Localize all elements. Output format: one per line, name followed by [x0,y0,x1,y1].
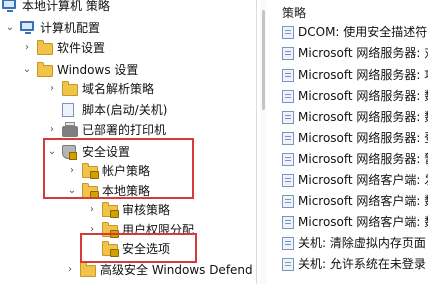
policy-row[interactable]: DCOM: 使用安全描述符 [282,21,427,43]
policy-row[interactable]: Microsoft 网络服务器: 对 [282,42,428,64]
tree-item-label: 已部署的打印机 [82,123,167,137]
tree-item-label: 审核策略 [122,203,171,217]
chevron-right-icon[interactable]: › [86,219,98,241]
chevron-right-icon[interactable]: › [64,259,76,281]
policy-name: Microsoft 网络服务器: 数 [298,110,428,124]
printer-icon [62,122,78,137]
policy-icon [282,25,294,39]
chevron-right-icon[interactable]: › [46,78,58,100]
policy-name: 关机: 允许系统在未登录 [298,257,426,271]
policy-row[interactable]: Microsoft 网络服务器: 登 [282,127,428,149]
policy-row[interactable]: Microsoft 网络服务器: 攻 [282,64,428,86]
policy-icon [282,215,294,229]
pane-divider[interactable] [256,0,257,284]
policy-icon [282,46,294,60]
policy-icon [282,194,294,208]
tree-item-label: 高级安全 Windows Defend [100,263,253,277]
tree-item-printers[interactable]: › 已部署的打印机 [46,119,166,141]
tree-item-security-options[interactable]: 安全选项 [102,238,170,260]
tree-item-computer-config[interactable]: ⌄ 计算机配置 [4,17,100,39]
policy-list-pane: 策略 DCOM: 使用安全描述符 Microsoft 网络服务器: 对 Micr… [270,0,428,284]
policy-row[interactable]: 关机: 清除虚拟内存页面 [282,232,426,254]
policy-name: Microsoft 网络服务器: 登 [298,131,428,145]
tree-item-label: 域名解析策略 [82,82,155,96]
policy-icon [282,68,294,82]
navigation-tree: 本地计算机 策略 ⌄ 计算机配置 › 软件设置 ⌄ Windows 设置 › 域… [0,0,256,284]
folder-icon [37,40,53,55]
policy-icon [282,89,294,103]
chevron-right-icon[interactable]: › [21,37,33,59]
policy-name: Microsoft 网络客户端: 数 [298,194,428,208]
tree-item-label: 安全选项 [122,242,171,256]
chevron-down-icon[interactable]: ⌄ [4,17,16,39]
chevron-right-icon[interactable]: › [66,160,78,182]
computer-policy-icon [2,0,18,13]
policy-name: Microsoft 网络服务器: 暂 [298,152,428,166]
policy-icon [282,110,294,124]
tree-item-label: 软件设置 [57,41,106,55]
tree-item-label: 帐户策略 [102,164,151,178]
locked-folder-icon [102,222,119,238]
policy-icon [282,152,294,166]
policy-icon [282,131,294,145]
policy-icon [282,257,294,271]
tree-item-label: 本地计算机 策略 [22,0,110,13]
policy-row[interactable]: Microsoft 网络客户端: 数 [282,190,428,212]
tree-item-root[interactable]: 本地计算机 策略 [2,0,110,17]
tree-item-software-settings[interactable]: › 软件设置 [21,37,105,59]
policy-name: Microsoft 网络服务器: 对 [298,46,428,60]
policy-row[interactable]: Microsoft 网络客户端: 发 [282,169,428,191]
policy-name: Microsoft 网络客户端: 数 [298,215,428,229]
policy-row[interactable]: Microsoft 网络服务器: 暂 [282,148,428,170]
locked-folder-icon [102,202,119,218]
locked-folder-icon [82,163,99,179]
tree-item-advanced-firewall[interactable]: › 高级安全 Windows Defend [64,259,253,281]
chevron-down-icon[interactable]: ⌄ [46,141,58,163]
policy-icon [282,236,294,250]
chevron-down-icon[interactable]: ⌄ [21,59,33,81]
policy-name: Microsoft 网络客户端: 发 [298,173,428,187]
tree-item-scripts[interactable]: 脚本(启动/关机) [62,99,167,121]
policy-icon [282,173,294,187]
tree-item-account-policies[interactable]: › 帐户策略 [66,160,150,182]
folder-icon [37,62,53,77]
column-header-policy[interactable]: 策略 [282,4,306,21]
scrollbar-thumb[interactable] [262,10,265,110]
chevron-down-icon[interactable]: ⌄ [66,180,78,202]
locked-folder-icon [102,241,119,257]
tree-item-audit-policy[interactable]: › 审核策略 [86,199,170,221]
folder-icon [80,262,96,277]
tree-item-label: 计算机配置 [40,21,101,35]
document-icon [62,103,78,117]
policy-row[interactable]: Microsoft 网络客户端: 数 [282,211,428,233]
chevron-right-icon[interactable]: › [86,199,98,221]
policy-row[interactable]: Microsoft 网络服务器: 数 [282,85,428,107]
locked-folder-icon [82,183,99,199]
tree-item-dns-policy[interactable]: › 域名解析策略 [46,78,154,100]
folder-icon [62,81,78,96]
policy-name: 关机: 清除虚拟内存页面 [298,236,426,250]
policy-row[interactable]: Microsoft 网络服务器: 数 [282,106,428,128]
chevron-right-icon[interactable]: › [46,119,58,141]
policy-name: DCOM: 使用安全描述符 [298,25,428,39]
policy-name: Microsoft 网络服务器: 攻 [298,68,428,82]
shield-icon [62,145,78,160]
computer-icon [20,21,36,35]
policy-row[interactable]: 关机: 允许系统在未登录 [282,253,426,275]
policy-name: Microsoft 网络服务器: 数 [298,89,428,103]
tree-item-label: 脚本(启动/关机) [82,103,168,117]
